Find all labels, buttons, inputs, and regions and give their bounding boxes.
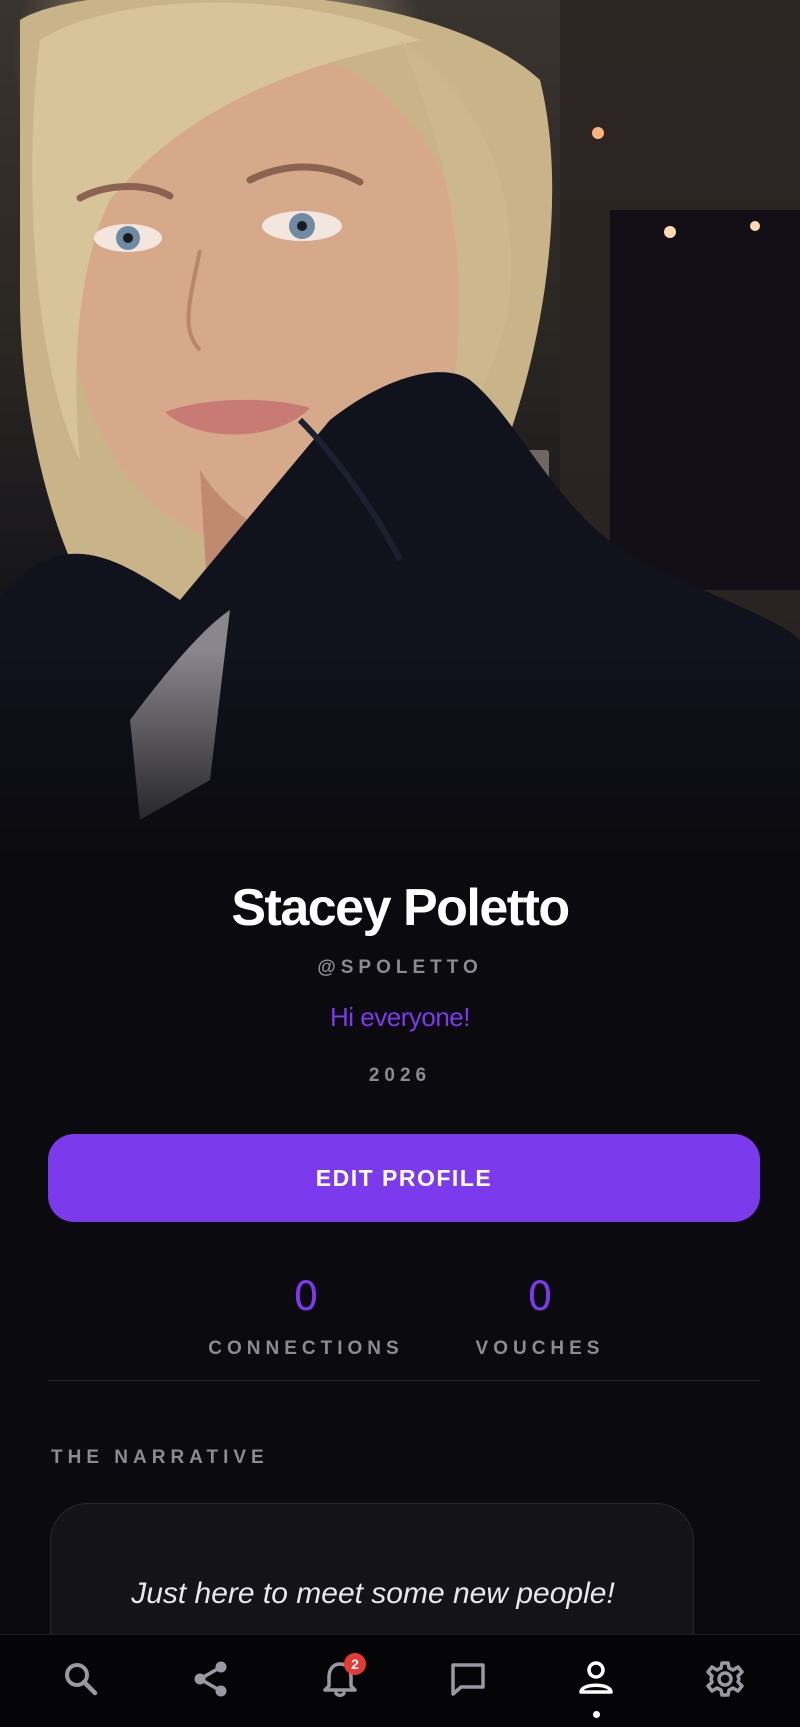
profile-handle: @SPOLETTO [317,957,483,978]
vouches-count: 0 [527,1274,553,1320]
stats-divider [48,1380,760,1381]
vouches-stat[interactable]: 0 VOUCHES [420,1274,660,1360]
notification-badge: 2 [344,1653,366,1675]
search-icon [65,1663,98,1696]
narrative-text: Just here to meet some new people! [131,1577,615,1610]
gear-icon [706,1661,744,1697]
profile-photo [0,0,800,870]
profile-year: 2026 [368,1065,432,1086]
nav-notifications[interactable]: 2 [310,1651,370,1707]
bottom-navigation: 2 [0,1634,800,1727]
connections-stat[interactable]: 0 CONNECTIONS [186,1274,426,1360]
profile-icon [579,1661,613,1694]
vouches-label: VOUCHES [475,1338,605,1359]
connections-label: CONNECTIONS [208,1338,404,1359]
connections-count: 0 [293,1274,319,1320]
narrative-section-title: THE NARRATIVE [51,1447,269,1468]
active-tab-indicator [593,1711,600,1718]
nav-search[interactable] [51,1651,111,1707]
nav-share[interactable] [181,1651,241,1707]
edit-profile-button[interactable]: EDIT PROFILE [48,1134,760,1222]
profile-name: Stacey Poletto [231,879,570,937]
nav-messages[interactable] [438,1651,498,1707]
nav-settings[interactable] [695,1651,755,1707]
share-icon [194,1661,227,1697]
chat-icon [451,1663,485,1696]
profile-status: Hi everyone! [330,1002,470,1032]
photo-fade-overlay [0,650,800,870]
nav-profile[interactable] [566,1651,626,1718]
